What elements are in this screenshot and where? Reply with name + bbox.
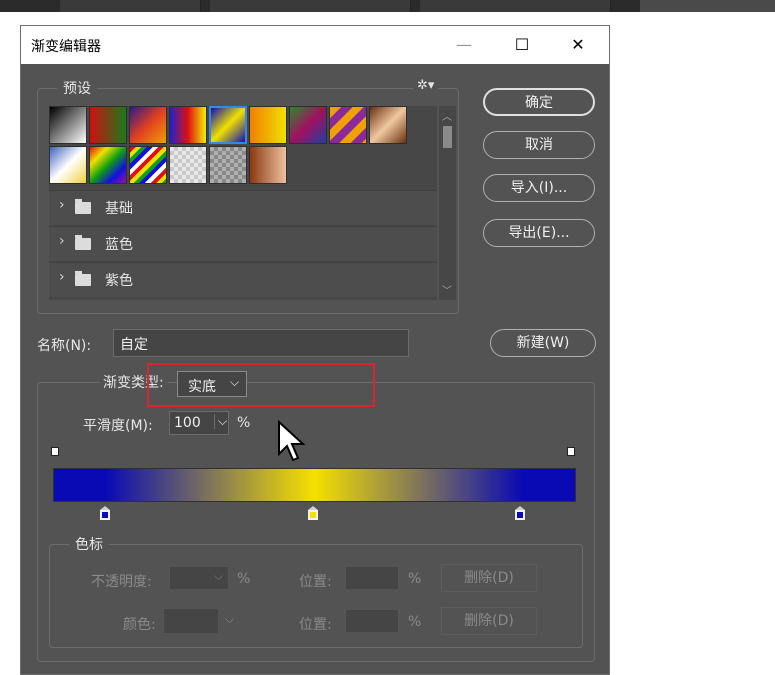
- preset-swatch[interactable]: [89, 106, 127, 144]
- folder-icon: [75, 199, 91, 214]
- preset-swatch[interactable]: [129, 146, 167, 184]
- preset-folder-row[interactable]: › 蓝色: [49, 226, 437, 261]
- chevron-down-icon[interactable]: ﹀: [442, 282, 452, 297]
- color-position-label: 位置:: [299, 617, 332, 633]
- background-tab: [60, 0, 201, 12]
- dialog-title: 渐变编辑器: [31, 39, 101, 55]
- gradient-editor-dialog: 渐变编辑器 — ☐ ✕ 预设 ✲▾ › 基础 › 蓝色 › 紫色 ︿ ﹀ 确定 …: [20, 25, 610, 675]
- stop-swatch: [515, 510, 525, 520]
- close-button[interactable]: ✕: [563, 32, 593, 58]
- background-app-tab-strip: [0, 0, 775, 12]
- opacity-unit: %: [237, 571, 251, 587]
- preset-swatch[interactable]: [289, 106, 327, 144]
- color-stops-label: 色标: [69, 534, 109, 554]
- opacity-stop[interactable]: [567, 447, 575, 456]
- preset-swatch[interactable]: [329, 106, 367, 144]
- preset-swatch-selected[interactable]: [209, 106, 247, 144]
- folder-name: 基础: [105, 201, 133, 217]
- color-stop-blue[interactable]: [100, 506, 110, 522]
- new-button[interactable]: 新建(W): [490, 329, 596, 357]
- preset-swatch[interactable]: [169, 106, 207, 144]
- import-button[interactable]: 导入(I)...: [483, 174, 595, 202]
- color-swatch-field[interactable]: [163, 608, 219, 634]
- chevron-down-icon: ⌵: [214, 569, 224, 583]
- chevron-right-icon[interactable]: ›: [59, 197, 65, 213]
- color-stop-blue[interactable]: [515, 506, 525, 522]
- scrollbar-thumb[interactable]: [443, 126, 452, 148]
- chevron-down-icon[interactable]: ⌵: [225, 612, 234, 627]
- mouse-cursor-icon: [278, 420, 305, 462]
- chevron-down-icon[interactable]: ⌵: [214, 414, 227, 429]
- chevron-up-icon[interactable]: ︿: [442, 108, 452, 123]
- opacity-stop[interactable]: [51, 447, 59, 456]
- maximize-button[interactable]: ☐: [507, 32, 537, 58]
- opacity-input[interactable]: ⌵: [169, 566, 229, 590]
- preset-swatch[interactable]: [49, 106, 87, 144]
- highlight-box: [147, 363, 375, 407]
- color-stop-yellow[interactable]: [308, 506, 318, 522]
- stop-swatch: [100, 510, 110, 520]
- color-position-unit: %: [408, 614, 422, 630]
- cancel-button[interactable]: 取消: [483, 131, 595, 159]
- preset-swatch[interactable]: [169, 146, 207, 184]
- gear-icon[interactable]: ✲▾: [413, 78, 439, 93]
- gradient-preview-bar[interactable]: [53, 468, 576, 502]
- background-tab: [420, 0, 611, 12]
- preset-swatch[interactable]: [369, 106, 407, 144]
- delete-color-stop-button[interactable]: 删除(D): [441, 607, 537, 635]
- preset-swatch[interactable]: [129, 106, 167, 144]
- folder-name: 紫色: [105, 273, 133, 289]
- chevron-right-icon[interactable]: ›: [59, 269, 65, 285]
- smoothness-input[interactable]: 100 ⌵: [169, 411, 229, 435]
- ok-button[interactable]: 确定: [483, 88, 595, 116]
- export-button[interactable]: 导出(E)...: [483, 219, 595, 247]
- position-label: 位置:: [299, 574, 332, 590]
- preset-folder-row[interactable]: › 紫色: [49, 262, 437, 297]
- preset-folder-row[interactable]: › 基础: [49, 190, 437, 225]
- title-bar: 渐变编辑器 — ☐ ✕: [21, 26, 609, 64]
- name-input[interactable]: 自定: [113, 329, 409, 357]
- opacity-label: 不透明度:: [91, 574, 152, 590]
- position-unit: %: [408, 571, 422, 587]
- name-label: 名称(N):: [37, 338, 92, 354]
- opacity-position-input[interactable]: [345, 566, 399, 590]
- background-tab: [210, 0, 411, 12]
- preset-swatch[interactable]: [249, 106, 287, 144]
- folder-icon: [75, 271, 91, 286]
- folder-icon: [75, 235, 91, 250]
- delete-opacity-stop-button[interactable]: 删除(D): [441, 564, 537, 592]
- preset-scrollbar[interactable]: ︿ ﹀: [439, 106, 456, 300]
- color-label: 颜色:: [123, 617, 156, 633]
- folder-name: 蓝色: [105, 237, 133, 253]
- minimize-button[interactable]: —: [449, 32, 479, 58]
- preset-swatch[interactable]: [249, 146, 287, 184]
- preset-swatch[interactable]: [49, 146, 87, 184]
- stop-swatch: [308, 510, 318, 520]
- smoothness-value: 100: [174, 415, 201, 431]
- preset-swatch[interactable]: [89, 146, 127, 184]
- background-tab: [640, 0, 775, 12]
- color-position-input[interactable]: [345, 609, 399, 633]
- presets-label: 预设: [57, 78, 97, 98]
- chevron-right-icon[interactable]: ›: [59, 233, 65, 249]
- preset-swatch[interactable]: [209, 146, 247, 184]
- smoothness-unit: %: [237, 415, 251, 431]
- smoothness-label: 平滑度(M):: [83, 418, 153, 434]
